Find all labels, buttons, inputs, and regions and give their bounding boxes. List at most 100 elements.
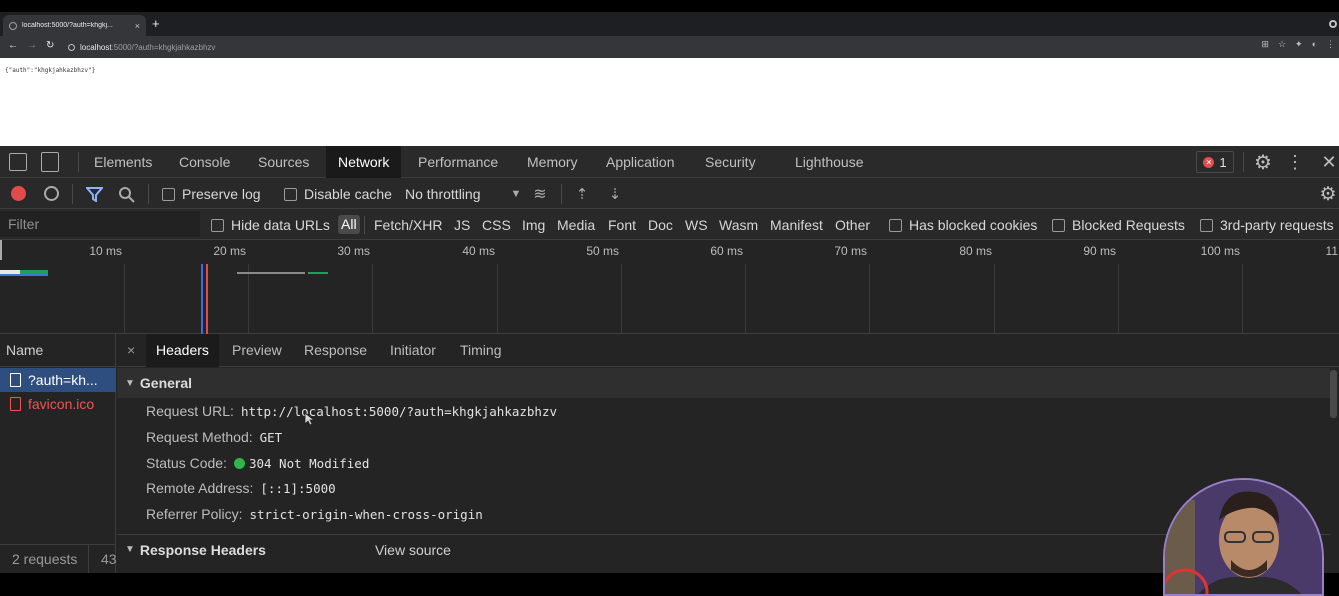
tab-performance[interactable]: Performance xyxy=(418,146,498,178)
request-list: Name ?auth=kh... favicon.ico 2 requests … xyxy=(0,334,116,573)
tab-timing[interactable]: Timing xyxy=(460,334,502,367)
preserve-log-checkbox[interactable]: Preserve log xyxy=(162,186,261,202)
filter-type-ws[interactable]: WS xyxy=(685,217,708,233)
url-host: localhost xyxy=(80,42,112,52)
address-bar[interactable]: localhost:5000/?auth=khgkjahkazbhzv xyxy=(68,39,1282,55)
name-column-header[interactable]: Name xyxy=(0,334,116,367)
more-options-icon[interactable]: ⋮ xyxy=(1286,151,1304,173)
tab-headers[interactable]: Headers xyxy=(146,334,219,367)
tab-memory[interactable]: Memory xyxy=(527,146,578,178)
new-tab-button[interactable]: + xyxy=(152,17,160,30)
network-overview-timeline[interactable]: 10 ms 20 ms 30 ms 40 ms 50 ms 60 ms 70 m… xyxy=(0,240,1339,334)
filter-type-manifest[interactable]: Manifest xyxy=(770,217,823,233)
filter-type-wasm[interactable]: Wasm xyxy=(719,217,758,233)
info-icon[interactable] xyxy=(68,43,75,51)
forward-icon[interactable]: → xyxy=(27,40,37,52)
timeline-gridline xyxy=(994,264,995,334)
record-icon[interactable] xyxy=(11,186,26,201)
checkbox-box[interactable] xyxy=(162,187,175,201)
tab-response[interactable]: Response xyxy=(304,334,367,367)
tab-preview[interactable]: Preview xyxy=(232,334,282,367)
view-source-link[interactable]: View source xyxy=(375,542,451,558)
response-headers-section-header[interactable]: ▼ Response Headers View source xyxy=(117,534,1330,564)
clear-icon[interactable] xyxy=(44,186,59,201)
field-value: [::1]:5000 xyxy=(260,480,336,496)
timeline-tick: 90 ms xyxy=(1083,244,1116,258)
disable-cache-label: Disable cache xyxy=(304,186,392,202)
error-count-badge[interactable]: ✕ 1 xyxy=(1196,151,1234,173)
tab-lighthouse[interactable]: Lighthouse xyxy=(795,146,864,178)
request-row-favicon[interactable]: favicon.ico xyxy=(0,392,116,416)
error-count: 1 xyxy=(1219,154,1227,170)
filter-type-other[interactable]: Other xyxy=(835,217,870,233)
browser-tab-title: localhost:5000/?auth=khgkj... xyxy=(22,22,113,29)
throttling-select[interactable]: No throttling ▼ xyxy=(405,186,521,202)
checkbox-box[interactable] xyxy=(284,187,297,201)
has-blocked-cookies-label: Has blocked cookies xyxy=(909,217,1038,233)
close-tab-icon[interactable]: × xyxy=(135,21,140,31)
hide-data-urls-checkbox[interactable]: Hide data URLs xyxy=(211,217,330,233)
field-value: strict-origin-when-cross-origin xyxy=(249,506,483,522)
filter-type-img[interactable]: Img xyxy=(522,217,545,233)
filter-type-all[interactable]: All xyxy=(338,215,360,234)
checkbox-box[interactable] xyxy=(889,218,902,232)
star-icon[interactable]: ☆ xyxy=(1278,39,1286,50)
profile-avatar-icon[interactable]: ◐ xyxy=(1312,39,1317,50)
filter-type-media[interactable]: Media xyxy=(557,217,595,233)
timeline-tick: 50 ms xyxy=(586,244,619,258)
filter-type-fetch-xhr[interactable]: Fetch/XHR xyxy=(374,217,442,233)
network-conditions-icon[interactable]: ≋ xyxy=(529,184,551,204)
extensions-icon[interactable]: ✦ xyxy=(1295,39,1303,50)
network-settings-gear-icon[interactable]: ⚙ xyxy=(1318,183,1338,205)
field-key: Referrer Policy: xyxy=(146,506,243,522)
back-icon[interactable]: ← xyxy=(8,40,18,52)
third-party-requests-checkbox[interactable]: 3rd-party requests xyxy=(1200,217,1334,233)
settings-gear-icon[interactable]: ⚙ xyxy=(1253,151,1273,174)
blocked-requests-checkbox[interactable]: Blocked Requests xyxy=(1052,217,1185,233)
reload-icon[interactable]: ↻ xyxy=(46,40,54,52)
import-har-icon[interactable]: ⇡ xyxy=(574,184,590,204)
checkbox-box[interactable] xyxy=(1200,218,1213,232)
third-party-requests-label: 3rd-party requests xyxy=(1220,217,1334,233)
translate-icon[interactable]: ⊞ xyxy=(1261,39,1269,50)
tab-network[interactable]: Network xyxy=(326,146,402,178)
device-toolbar-icon[interactable] xyxy=(41,152,59,172)
browser-tab[interactable]: localhost:5000/?auth=khgkj... × xyxy=(3,15,146,36)
tab-security[interactable]: Security xyxy=(705,146,756,178)
tab-application[interactable]: Application xyxy=(606,146,675,178)
request-row-document[interactable]: ?auth=kh... xyxy=(0,368,116,392)
disable-cache-checkbox[interactable]: Disable cache xyxy=(284,186,392,202)
tab-sources[interactable]: Sources xyxy=(258,146,309,178)
filter-funnel-icon[interactable] xyxy=(86,187,103,202)
detail-scrollbar[interactable] xyxy=(1330,370,1337,418)
request-detail-pane: × Headers Preview Response Initiator Tim… xyxy=(117,334,1339,573)
general-section-header[interactable]: ▼ General xyxy=(117,368,1330,398)
timeline-gridline xyxy=(372,264,373,334)
timeline-tick: 30 ms xyxy=(337,244,370,258)
filter-type-css[interactable]: CSS xyxy=(482,217,511,233)
blocked-requests-label: Blocked Requests xyxy=(1072,217,1185,233)
bottom-letterbox xyxy=(0,573,1339,596)
profile-icon[interactable] xyxy=(1329,20,1337,28)
export-har-icon[interactable]: ⇣ xyxy=(607,184,623,204)
tab-console[interactable]: Console xyxy=(179,146,230,178)
close-devtools-icon[interactable]: ✕ xyxy=(1319,151,1339,173)
timeline-gridline xyxy=(869,264,870,334)
filter-type-doc[interactable]: Doc xyxy=(648,217,673,233)
search-icon[interactable] xyxy=(118,186,135,203)
filter-type-js[interactable]: JS xyxy=(454,217,470,233)
tab-elements[interactable]: Elements xyxy=(94,146,152,178)
inspect-element-icon[interactable] xyxy=(9,153,27,171)
status-ok-dot-icon xyxy=(233,457,245,469)
filter-input[interactable]: Filter xyxy=(0,211,200,237)
checkbox-box[interactable] xyxy=(1052,218,1065,232)
checkbox-box[interactable] xyxy=(211,218,224,232)
timeline-tick: 60 ms xyxy=(710,244,743,258)
tab-initiator[interactable]: Initiator xyxy=(390,334,436,367)
close-detail-icon[interactable]: × xyxy=(127,334,135,367)
kebab-menu-icon[interactable]: ⋮ xyxy=(1326,39,1335,50)
filter-type-font[interactable]: Font xyxy=(608,217,636,233)
file-icon xyxy=(10,397,21,411)
has-blocked-cookies-checkbox[interactable]: Has blocked cookies xyxy=(889,217,1037,233)
timeline-tick: 100 ms xyxy=(1200,244,1240,258)
